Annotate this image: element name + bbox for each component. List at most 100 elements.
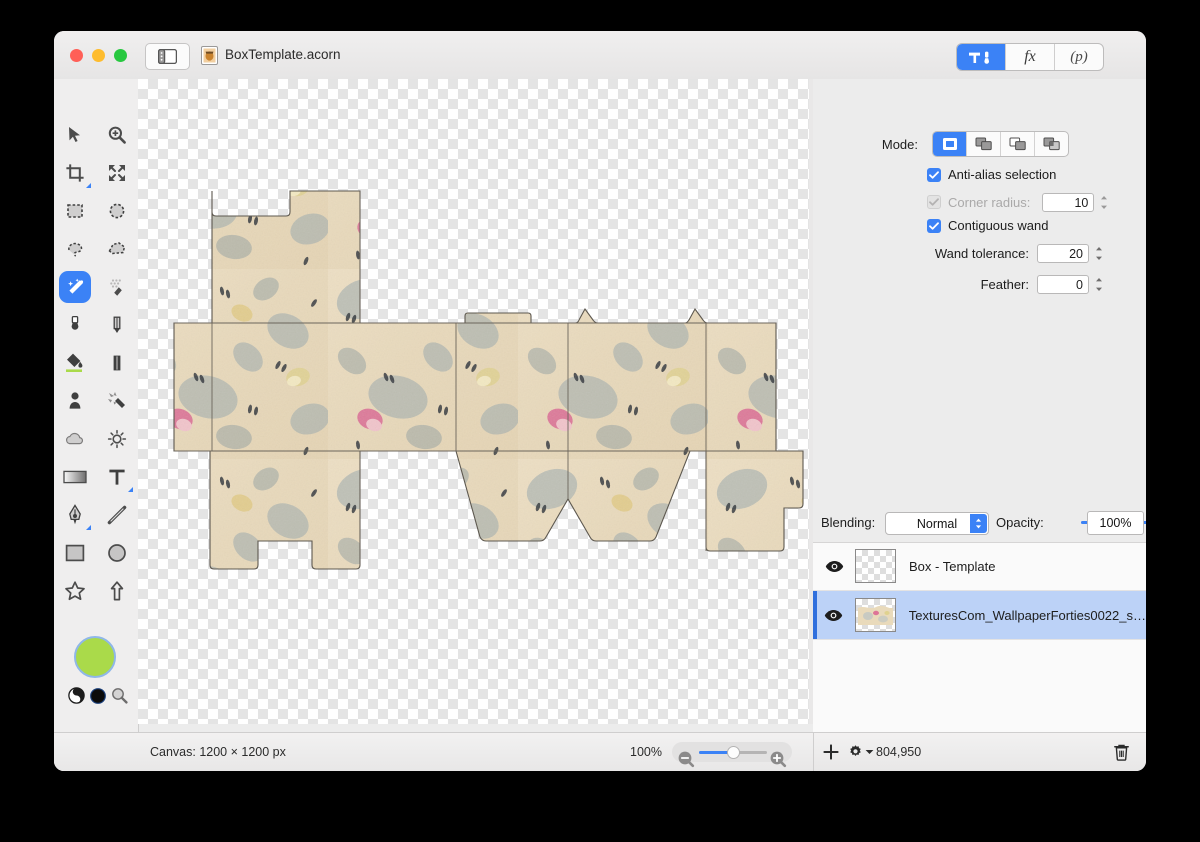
zoom-out-icon[interactable] xyxy=(677,750,695,768)
add-layer-icon[interactable] xyxy=(823,744,839,760)
rectangular-marquee-tool[interactable] xyxy=(54,192,96,230)
contiguous-label: Contiguous wand xyxy=(948,218,1049,233)
text-t-icon xyxy=(109,469,125,485)
paint-bucket-tool[interactable] xyxy=(54,344,96,382)
new-selection-button[interactable] xyxy=(933,132,967,156)
zoom-button[interactable] xyxy=(114,49,127,62)
subtract-from-selection-button[interactable] xyxy=(1001,132,1035,156)
crop-tool[interactable] xyxy=(54,154,96,192)
smudge-tool[interactable] xyxy=(96,382,138,420)
mode-label: Mode: xyxy=(881,136,918,152)
antialias-label: Anti-alias selection xyxy=(948,167,1057,182)
paintbrush-icon xyxy=(71,315,79,330)
table-row[interactable]: Box - Template xyxy=(813,542,1146,591)
elliptical-marquee-tool[interactable] xyxy=(96,192,138,230)
star-shape-tool[interactable] xyxy=(54,572,96,610)
pencil-tool[interactable] xyxy=(96,306,138,344)
zoom-slider-knob[interactable] xyxy=(727,746,740,759)
zoom-slider-control[interactable] xyxy=(672,742,792,768)
blur-tool[interactable] xyxy=(54,420,96,458)
canvas-area xyxy=(138,79,814,724)
close-button[interactable] xyxy=(70,49,83,62)
line-icon xyxy=(107,505,127,525)
zoom-in-icon[interactable] xyxy=(769,750,787,768)
add-selection-icon xyxy=(975,137,992,151)
memory-usage-label: 804,950 xyxy=(876,745,922,759)
add-to-selection-button[interactable] xyxy=(967,132,1001,156)
delete-layer-trash-icon[interactable] xyxy=(1114,744,1129,761)
contrast-half-circle-icon[interactable] xyxy=(68,687,85,704)
magic-wand-tool[interactable] xyxy=(54,268,96,306)
tools-tab[interactable] xyxy=(957,44,1006,70)
polygon-lasso-tool[interactable] xyxy=(96,230,138,268)
corner-radius-checkbox[interactable] xyxy=(927,195,941,209)
magnifier-icon[interactable] xyxy=(111,687,128,704)
magic-wand-icon xyxy=(67,278,83,294)
corner-radius-stepper[interactable] xyxy=(1098,192,1110,212)
arrow-shape-tool[interactable] xyxy=(96,572,138,610)
instant-alpha-tool[interactable] xyxy=(96,268,138,306)
contiguous-checkbox[interactable] xyxy=(927,218,941,233)
lasso-tool[interactable] xyxy=(54,230,96,268)
foreground-color-swatch[interactable] xyxy=(74,636,116,678)
hammer-icon xyxy=(969,51,989,64)
table-row[interactable]: TexturesCom_WallpaperForties0022_s… xyxy=(813,591,1146,640)
contiguous-row[interactable]: Contiguous wand xyxy=(927,218,1048,233)
antialias-checkbox[interactable] xyxy=(927,167,941,182)
checkmark-icon xyxy=(929,198,939,206)
arrow-pointer-icon xyxy=(69,127,80,142)
wand-tolerance-stepper[interactable] xyxy=(1093,243,1105,263)
clone-stamp-icon xyxy=(69,392,81,409)
transform-tool[interactable] xyxy=(96,154,138,192)
presets-tab[interactable]: (p) xyxy=(1055,44,1103,70)
pen-nib-icon xyxy=(69,504,81,525)
filters-tab[interactable]: fx xyxy=(1006,44,1055,70)
intersect-selection-button[interactable] xyxy=(1035,132,1068,156)
dashed-ellipse-icon xyxy=(109,203,125,219)
corner-radius-field[interactable]: 10 xyxy=(1042,192,1095,212)
layer-actions-gear-icon[interactable] xyxy=(847,743,864,760)
feather-row: Feather: 0 xyxy=(813,274,1146,294)
layers-panel: Blending: Normal Opacity: 100% Box - Tem… xyxy=(813,503,1146,733)
opacity-value-field[interactable]: 100% xyxy=(1087,511,1144,535)
antialias-row[interactable]: Anti-alias selection xyxy=(927,167,1056,182)
ellipse-shape-tool[interactable] xyxy=(96,534,138,572)
bezier-pen-tool[interactable] xyxy=(54,496,96,534)
document-canvas[interactable] xyxy=(138,79,809,724)
clone-stamp-tool[interactable] xyxy=(54,382,96,420)
lasso-icon xyxy=(68,242,83,257)
stepper-arrows-icon xyxy=(1096,246,1102,260)
chevron-down-icon[interactable] xyxy=(865,749,874,755)
move-tool[interactable] xyxy=(54,116,96,154)
text-tool[interactable] xyxy=(96,458,138,496)
rectangle-shape-tool[interactable] xyxy=(54,534,96,572)
layer-visibility-toggle[interactable] xyxy=(813,609,855,622)
black-circle-icon[interactable] xyxy=(90,688,106,704)
dotted-wand-icon xyxy=(109,278,122,296)
inspector-mode-segmented-control[interactable]: fx (p) xyxy=(956,43,1104,71)
feather-stepper[interactable] xyxy=(1093,274,1105,294)
zoom-tool[interactable] xyxy=(96,116,138,154)
brush-tool[interactable] xyxy=(54,306,96,344)
status-bar-divider xyxy=(813,733,814,771)
tool-submenu-indicator xyxy=(86,183,91,188)
polygon-lasso-icon xyxy=(108,242,126,255)
gradient-tool[interactable] xyxy=(54,458,96,496)
layer-visibility-toggle[interactable] xyxy=(813,560,855,573)
selection-mode-segmented-control[interactable] xyxy=(932,131,1069,157)
title-bar: BoxTemplate.acorn fx (p) xyxy=(54,31,1146,80)
new-selection-icon xyxy=(942,138,957,150)
layer-thumbnail-content xyxy=(857,605,893,625)
sidebar-toggle-button[interactable] xyxy=(145,43,190,70)
blending-mode-select[interactable]: Normal xyxy=(885,512,989,535)
dodge-tool[interactable] xyxy=(96,420,138,458)
line-tool[interactable] xyxy=(96,496,138,534)
corner-radius-label: Corner radius: xyxy=(948,194,1031,210)
crop-icon xyxy=(66,164,84,182)
magnifier-plus-icon xyxy=(108,126,126,144)
wand-tolerance-field[interactable]: 20 xyxy=(1037,243,1089,263)
eraser-tool[interactable] xyxy=(96,344,138,382)
zoom-slider-track[interactable] xyxy=(699,746,767,759)
minimize-button[interactable] xyxy=(92,49,105,62)
feather-field[interactable]: 0 xyxy=(1037,274,1089,294)
